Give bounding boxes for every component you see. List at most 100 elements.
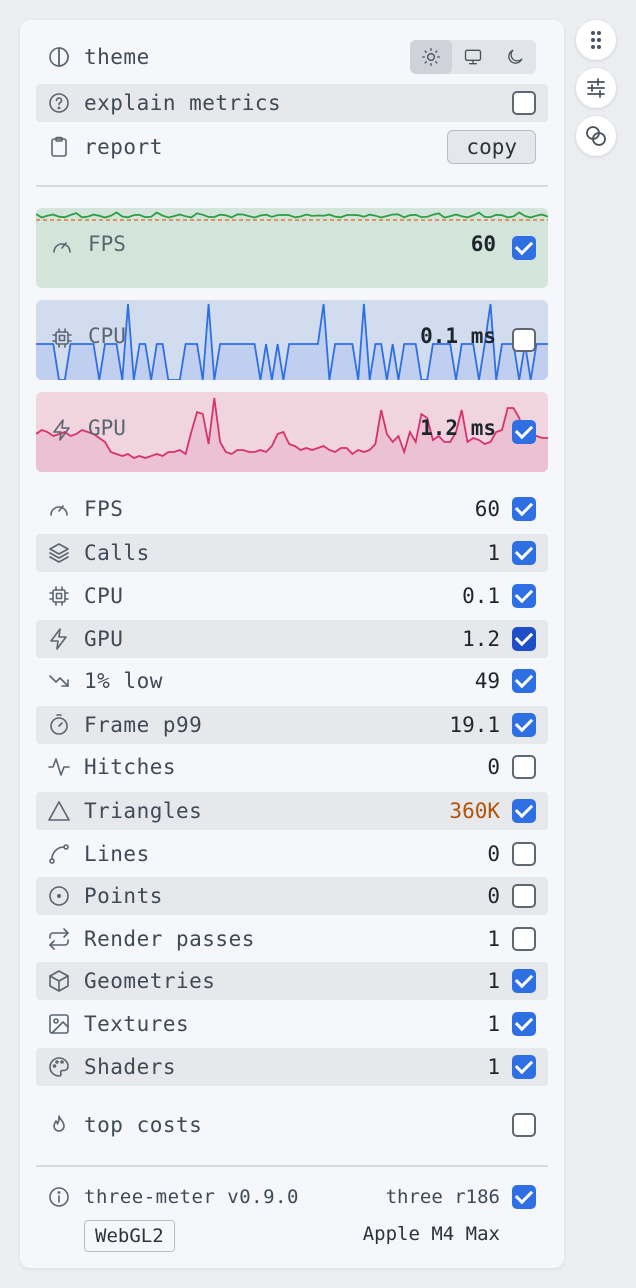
metric-checkbox[interactable] bbox=[512, 713, 536, 737]
metric-checkbox[interactable] bbox=[512, 799, 536, 823]
fps-graph: FPS 60 bbox=[36, 208, 548, 288]
metric-checkbox[interactable] bbox=[512, 1012, 536, 1036]
fps-graph-checkbox[interactable] bbox=[512, 236, 536, 260]
metric-label: Frame p99 bbox=[84, 713, 203, 737]
cpu-graph-value: 0.1 ms bbox=[420, 324, 496, 348]
metric-value: 1 bbox=[487, 541, 500, 565]
timer-icon bbox=[46, 712, 72, 738]
flame-icon bbox=[46, 1112, 72, 1138]
backend-badge: WebGL2 bbox=[84, 1220, 175, 1252]
theme-light-button[interactable] bbox=[410, 40, 452, 74]
metric-value: 360K bbox=[449, 799, 500, 823]
layers-icon bbox=[46, 540, 72, 566]
metric-checkbox[interactable] bbox=[512, 497, 536, 521]
metric-value: 0.1 bbox=[462, 584, 500, 608]
help-circle-icon bbox=[46, 90, 72, 116]
overlay-button[interactable] bbox=[576, 116, 616, 156]
metric-row-1-low[interactable]: 1% low 49 bbox=[36, 662, 548, 700]
explain-metrics-label: explain metrics bbox=[84, 91, 282, 115]
metric-checkbox[interactable] bbox=[512, 927, 536, 951]
theme-dark-button[interactable] bbox=[494, 40, 536, 74]
metric-row-hitches[interactable]: Hitches 0 bbox=[36, 748, 548, 786]
theme-label: theme bbox=[84, 45, 150, 69]
palette-icon bbox=[46, 1054, 72, 1080]
metric-checkbox[interactable] bbox=[512, 842, 536, 866]
metric-row-shaders[interactable]: Shaders 1 bbox=[36, 1048, 548, 1086]
explain-metrics-row[interactable]: explain metrics bbox=[36, 84, 548, 122]
gauge-icon bbox=[46, 496, 72, 522]
image-icon bbox=[46, 1011, 72, 1037]
metric-label: Textures bbox=[84, 1012, 190, 1036]
box-icon bbox=[46, 968, 72, 994]
metric-checkbox[interactable] bbox=[512, 1055, 536, 1079]
metric-value: 1 bbox=[487, 1055, 500, 1079]
metric-row-render-passes[interactable]: Render passes 1 bbox=[36, 920, 548, 958]
metric-checkbox[interactable] bbox=[512, 627, 536, 651]
metric-checkbox[interactable] bbox=[512, 969, 536, 993]
metric-value: 49 bbox=[474, 669, 500, 693]
gauge-icon bbox=[50, 234, 76, 260]
metric-label: FPS bbox=[84, 497, 124, 521]
copy-button[interactable]: copy bbox=[447, 130, 536, 164]
meter-panel: theme explain metrics report copy FPS 60 bbox=[20, 20, 564, 1268]
metric-row-calls[interactable]: Calls 1 bbox=[36, 534, 548, 572]
three-revision-checkbox[interactable] bbox=[512, 1185, 536, 1209]
cpu-graph: CPU 0.1 ms bbox=[36, 300, 548, 380]
metric-value: 19.1 bbox=[449, 713, 500, 737]
report-label: report bbox=[84, 135, 163, 159]
theme-switcher bbox=[410, 40, 536, 74]
overlap-icon bbox=[586, 126, 606, 146]
metric-label: Points bbox=[84, 884, 163, 908]
metric-label: Shaders bbox=[84, 1055, 177, 1079]
metric-value: 0 bbox=[487, 755, 500, 779]
drag-handle-button[interactable] bbox=[576, 20, 616, 60]
metric-row-triangles[interactable]: Triangles 360K bbox=[36, 792, 548, 830]
info-icon bbox=[46, 1184, 72, 1210]
metric-row-points[interactable]: Points 0 bbox=[36, 877, 548, 915]
metric-row-cpu[interactable]: CPU 0.1 bbox=[36, 577, 548, 615]
top-costs-checkbox[interactable] bbox=[512, 1113, 536, 1137]
gpu-graph-value: 1.2 ms bbox=[420, 416, 496, 440]
metric-row-lines[interactable]: Lines 0 bbox=[36, 835, 548, 873]
metric-value: 1 bbox=[487, 1012, 500, 1036]
three-revision: three r186 bbox=[385, 1186, 500, 1208]
gpu-graph: GPU 1.2 ms bbox=[36, 392, 548, 472]
fps-graph-label: FPS bbox=[88, 232, 126, 256]
metric-label: CPU bbox=[84, 584, 124, 608]
metric-row-gpu[interactable]: GPU 1.2 bbox=[36, 620, 548, 658]
activity-icon bbox=[46, 754, 72, 780]
fps-graph-value: 60 bbox=[470, 232, 496, 256]
metric-value: 0 bbox=[487, 884, 500, 908]
metric-checkbox[interactable] bbox=[512, 669, 536, 693]
metric-value: 1 bbox=[487, 969, 500, 993]
zap-icon bbox=[50, 418, 76, 444]
moon-icon bbox=[508, 49, 523, 64]
metric-label: Triangles bbox=[84, 799, 203, 823]
triangle-icon bbox=[46, 798, 72, 824]
gpu-graph-label: GPU bbox=[88, 416, 126, 440]
cpu-graph-checkbox[interactable] bbox=[512, 328, 536, 352]
metric-row-fps[interactable]: FPS 60 bbox=[36, 490, 548, 528]
monitor-icon bbox=[464, 49, 482, 65]
sliders-icon bbox=[587, 78, 605, 98]
metric-checkbox[interactable] bbox=[512, 584, 536, 608]
gpu-graph-checkbox[interactable] bbox=[512, 420, 536, 444]
metric-row-frame-p99[interactable]: Frame p99 19.1 bbox=[36, 706, 548, 744]
metric-value: 1.2 bbox=[462, 627, 500, 651]
settings-button[interactable] bbox=[576, 68, 616, 108]
cpu-icon bbox=[46, 583, 72, 609]
top-costs-row[interactable]: top costs bbox=[36, 1106, 548, 1144]
explain-metrics-checkbox[interactable] bbox=[512, 91, 536, 115]
metric-row-geometries[interactable]: Geometries 1 bbox=[36, 962, 548, 1000]
metric-checkbox[interactable] bbox=[512, 755, 536, 779]
metric-label: GPU bbox=[84, 627, 124, 651]
metric-row-textures[interactable]: Textures 1 bbox=[36, 1005, 548, 1043]
theme-system-button[interactable] bbox=[452, 40, 494, 74]
metric-checkbox[interactable] bbox=[512, 884, 536, 908]
trending-down-icon bbox=[46, 668, 72, 694]
sun-icon bbox=[422, 48, 440, 67]
gpu-name: Apple M4 Max bbox=[362, 1223, 500, 1245]
metric-label: Hitches bbox=[84, 755, 177, 779]
metric-checkbox[interactable] bbox=[512, 541, 536, 565]
metric-value: 60 bbox=[474, 497, 500, 521]
